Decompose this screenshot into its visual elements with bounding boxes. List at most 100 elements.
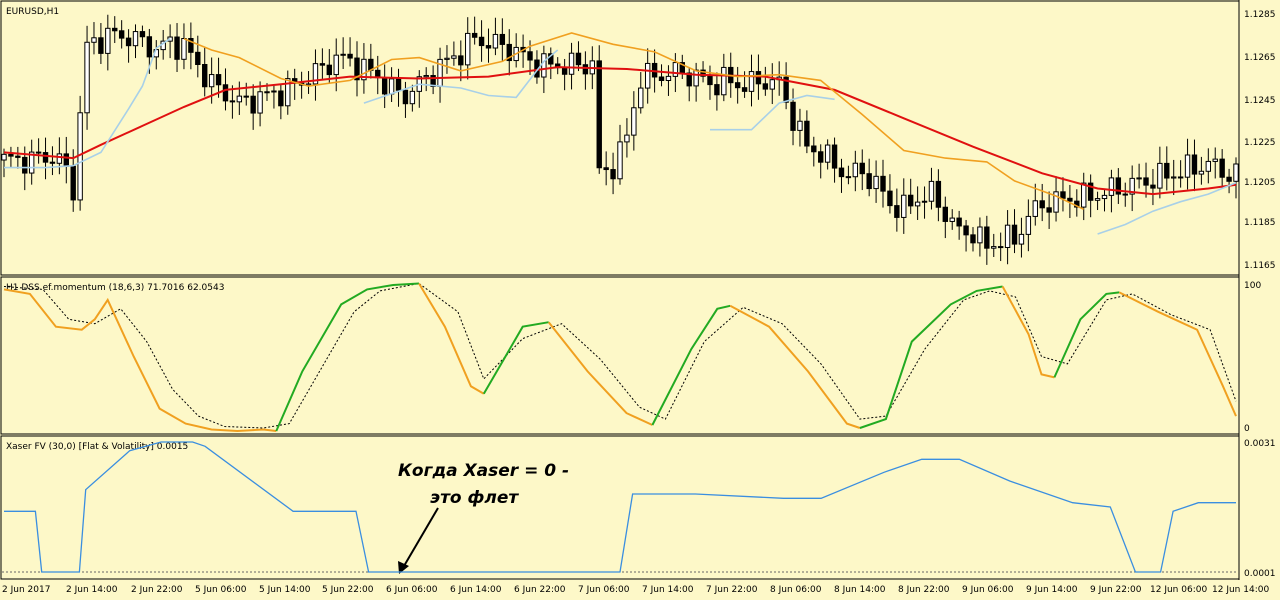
candle-body <box>1 153 7 161</box>
candle-body <box>49 161 56 164</box>
candle-body <box>624 134 630 143</box>
candle-body <box>271 90 277 93</box>
candle-body <box>478 36 485 47</box>
candle-body <box>132 31 139 47</box>
time-label: 8 Jun 22:00 <box>898 585 950 595</box>
candle-body <box>610 169 616 180</box>
candle-body <box>755 71 762 85</box>
price-tick-label: 1.1225 <box>1244 138 1276 148</box>
candle-body <box>319 63 326 66</box>
candle-body <box>326 64 333 76</box>
candle-body <box>250 95 256 114</box>
candle-body <box>804 120 810 147</box>
time-label: 8 Jun 06:00 <box>770 585 822 595</box>
candle-body <box>278 90 284 107</box>
candle-body <box>568 52 575 75</box>
dss-line <box>482 321 549 395</box>
candle-body <box>208 74 215 88</box>
time-label: 9 Jun 14:00 <box>1026 585 1078 595</box>
candle-body <box>734 82 741 89</box>
candle-body <box>465 32 471 66</box>
candle-body <box>499 33 506 45</box>
candle-body <box>70 165 76 201</box>
candle-body <box>112 27 118 32</box>
price-tick-label: 1.1165 <box>1244 261 1276 271</box>
candle-body <box>1060 191 1066 199</box>
candle-body <box>956 217 962 227</box>
candle-body <box>347 53 353 59</box>
candle-body <box>63 153 69 167</box>
dss-tick-label: 0 <box>1244 424 1250 434</box>
time-label: 7 Jun 22:00 <box>706 585 758 595</box>
dss-line <box>729 304 861 429</box>
time-label: 12 Jun 14:00 <box>1212 585 1269 595</box>
annotation-arrow <box>403 507 439 567</box>
candle-body <box>541 53 547 78</box>
price-tick-label: 1.1185 <box>1244 218 1276 228</box>
candle-body <box>8 153 14 157</box>
candle-body <box>1184 154 1191 178</box>
candle-body <box>458 55 464 66</box>
candle-body <box>1212 158 1218 162</box>
candle-body <box>1122 193 1128 196</box>
candle-body <box>1136 177 1142 180</box>
candle-body <box>125 37 132 47</box>
candle-body <box>222 84 229 102</box>
candle-body <box>762 83 769 90</box>
candle-body <box>984 226 990 249</box>
candle-body <box>1171 176 1177 179</box>
candle-body <box>1150 184 1156 189</box>
candle-body <box>866 173 872 190</box>
candle-body <box>644 62 651 89</box>
candle-body <box>35 151 42 154</box>
dss-line <box>418 282 485 395</box>
candle-body <box>15 155 21 158</box>
candle-body <box>997 246 1004 249</box>
candle-body <box>181 38 187 60</box>
candle-body <box>914 201 921 207</box>
candle-body <box>1094 198 1101 201</box>
candle-body <box>105 27 111 54</box>
candle-body <box>907 194 914 207</box>
candle-body <box>873 175 879 190</box>
annotation-line1: Когда Xaser = 0 - <box>398 461 569 481</box>
candle-body <box>859 162 865 175</box>
candle-body <box>561 67 568 75</box>
xaser-line <box>4 441 1236 573</box>
chart-svg[interactable]: EURUSD,H1 H1 DSS ef.momentum (18,6,3) 71… <box>0 0 1280 600</box>
candle-body <box>575 52 582 66</box>
candle-body <box>202 64 208 88</box>
candle-body <box>824 144 831 163</box>
candle-body <box>977 226 983 244</box>
candle-body <box>395 78 402 91</box>
time-label: 6 Jun 06:00 <box>386 585 438 595</box>
candle-body <box>838 167 845 178</box>
candle-body <box>721 66 727 96</box>
candle-body <box>257 91 263 114</box>
candle-body <box>1164 162 1170 179</box>
candle-body <box>603 167 609 171</box>
candle-body <box>146 36 153 58</box>
candle-body <box>658 76 665 81</box>
candle-body <box>769 79 775 90</box>
candle-body <box>451 55 457 59</box>
candle-body <box>1226 176 1232 182</box>
candle-body <box>970 234 976 244</box>
candle-body <box>471 32 478 38</box>
candle-body <box>707 75 713 86</box>
candle-body <box>582 64 589 75</box>
candle-body <box>56 153 63 164</box>
time-label: 6 Jun 22:00 <box>514 585 566 595</box>
candle-body <box>672 62 679 77</box>
candle-body <box>693 69 699 87</box>
candle-body <box>1004 224 1011 248</box>
candle-body <box>333 54 339 76</box>
candle-body <box>949 217 955 222</box>
candle-body <box>139 31 146 38</box>
price-chart-title: EURUSD,H1 <box>6 7 59 17</box>
candle-body <box>631 107 637 136</box>
candle-body <box>243 95 249 98</box>
candle-body <box>1067 197 1073 202</box>
candle-body <box>852 162 859 178</box>
candle-body <box>790 101 796 131</box>
